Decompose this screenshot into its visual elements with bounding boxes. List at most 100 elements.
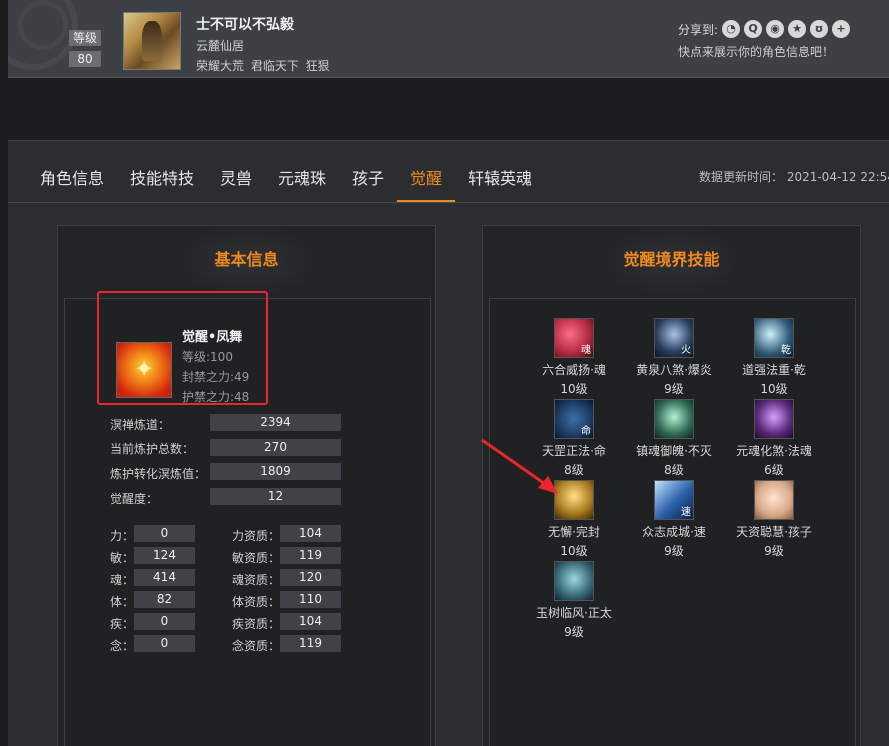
stat-value: 12 bbox=[210, 488, 341, 505]
share-tip: 快点来展示你的角色信息吧！ bbox=[678, 45, 835, 59]
decor-swirl bbox=[18, 0, 68, 50]
skill-ghost-face-icon bbox=[654, 399, 694, 439]
attr-label: 敏： bbox=[110, 551, 135, 565]
character-server: 云麓仙居 bbox=[196, 39, 245, 53]
aptitude-value: 104 bbox=[280, 613, 341, 630]
skill-level: 10级 bbox=[560, 382, 588, 396]
character-tags: 荣耀大荒 君临天下 狂狠 bbox=[196, 59, 330, 73]
tab-bar: 角色信息 技能特技 灵兽 元魂珠 孩子 觉醒 轩辕英魂 数据更新时间： 2021… bbox=[8, 141, 889, 203]
plus-icon[interactable]: + bbox=[832, 20, 850, 38]
stat-value: 270 bbox=[210, 439, 341, 456]
main-panel: 角色信息 技能特技 灵兽 元魂珠 孩子 觉醒 轩辕英魂 数据更新时间： 2021… bbox=[8, 140, 889, 746]
skill-name: 道强法重·乾 bbox=[742, 363, 806, 377]
tab-xuanyuan-soul[interactable]: 轩辕英魂 bbox=[468, 165, 532, 189]
skill-name: 元魂化煞·法魂 bbox=[736, 444, 812, 458]
tab-skills[interactable]: 技能特技 bbox=[130, 165, 194, 189]
share-icons: ◔ Q ◉ ★ ʊ + bbox=[722, 20, 850, 38]
attr-value: 0 bbox=[134, 525, 195, 542]
skill-fire-icon: 火 bbox=[654, 318, 694, 358]
aptitude-label: 疾资质： bbox=[232, 617, 281, 631]
tab-soul-orb[interactable]: 元魂珠 bbox=[278, 165, 326, 189]
skill-demon-mask-icon bbox=[754, 399, 794, 439]
level-label: 等级 bbox=[69, 30, 101, 46]
wechat-icon[interactable]: ◔ bbox=[722, 20, 740, 38]
guard-power: 护禁之力:48 bbox=[182, 390, 250, 404]
skill-name: 六合威扬·魂 bbox=[542, 363, 606, 377]
aptitude-value: 104 bbox=[280, 525, 341, 542]
share-label: 分享到: bbox=[678, 23, 719, 37]
tab-awakening[interactable]: 觉醒 bbox=[410, 165, 442, 189]
character-avatar bbox=[123, 12, 181, 70]
skill-name: 无懈·完封 bbox=[548, 525, 600, 539]
skill-name: 众志成城·速 bbox=[642, 525, 706, 539]
aptitude-value: 120 bbox=[280, 569, 341, 586]
attr-value: 0 bbox=[134, 613, 195, 630]
tab-character-info[interactable]: 角色信息 bbox=[40, 165, 104, 189]
attr-label: 魂： bbox=[110, 573, 135, 587]
stat-label: 当前炼护总数： bbox=[110, 442, 195, 456]
tieba-icon[interactable]: ʊ bbox=[810, 20, 828, 38]
skill-item[interactable]: 火 黄泉八煞·爆炎 9级 bbox=[624, 318, 724, 397]
stat-label: 觉醒度： bbox=[110, 492, 159, 506]
stat-label: 溟禅炼道： bbox=[110, 418, 171, 432]
seal-power: 封禁之力:49 bbox=[182, 370, 250, 384]
update-time: 数据更新时间： 2021-04-12 22:54 bbox=[699, 170, 889, 184]
attr-value: 124 bbox=[134, 547, 195, 564]
aptitude-label: 魂资质： bbox=[232, 573, 281, 587]
skill-name: 黄泉八煞·爆炎 bbox=[636, 363, 712, 377]
skill-level: 6级 bbox=[764, 463, 784, 477]
attr-label: 疾： bbox=[110, 617, 135, 631]
skill-item[interactable]: 元魂化煞·法魂 6级 bbox=[724, 399, 824, 478]
skill-name: 镇魂御魄·不灭 bbox=[636, 444, 712, 458]
skill-qian-icon: 乾 bbox=[754, 318, 794, 358]
attr-value: 82 bbox=[134, 591, 195, 608]
skill-constellation-icon: 命 bbox=[554, 399, 594, 439]
stat-value: 2394 bbox=[210, 414, 341, 431]
attr-label: 力： bbox=[110, 529, 135, 543]
aptitude-value: 119 bbox=[280, 547, 341, 564]
skill-level: 9级 bbox=[664, 382, 684, 396]
aptitude-label: 力资质： bbox=[232, 529, 281, 543]
attr-value: 414 bbox=[134, 569, 195, 586]
skill-level: 9级 bbox=[764, 544, 784, 558]
skill-item[interactable]: 玉树临风·正太 9级 bbox=[524, 561, 624, 640]
skill-item[interactable]: 镇魂御魄·不灭 8级 bbox=[624, 399, 724, 478]
aptitude-value: 119 bbox=[280, 635, 341, 652]
skill-young-hero-icon bbox=[554, 561, 594, 601]
skill-item[interactable]: 天资聪慧·孩子 9级 bbox=[724, 480, 824, 559]
annotation-arrow-icon bbox=[481, 438, 558, 494]
tab-pets[interactable]: 灵兽 bbox=[220, 165, 252, 189]
aptitude-label: 敏资质： bbox=[232, 551, 281, 565]
awakening-phoenix-icon bbox=[116, 342, 172, 398]
aptitude-value: 110 bbox=[280, 591, 341, 608]
tab-children[interactable]: 孩子 bbox=[352, 165, 384, 189]
qzone-icon[interactable]: ★ bbox=[788, 20, 806, 38]
skill-level: 10级 bbox=[760, 382, 788, 396]
aptitude-label: 体资质： bbox=[232, 595, 281, 609]
skill-item[interactable]: 速 众志成城·速 9级 bbox=[624, 480, 724, 559]
skill-item[interactable]: 乾 道强法重·乾 10级 bbox=[724, 318, 824, 397]
skill-name: 玉树临风·正太 bbox=[536, 606, 612, 620]
skill-soul-icon: 魂 bbox=[554, 318, 594, 358]
skill-speed-icon: 速 bbox=[654, 480, 694, 520]
qq-icon[interactable]: Q bbox=[744, 20, 762, 38]
skill-item[interactable]: 魂 六合威扬·魂 10级 bbox=[524, 318, 624, 397]
skill-baby-icon bbox=[754, 480, 794, 520]
skill-level: 10级 bbox=[560, 544, 588, 558]
attr-label: 念： bbox=[110, 639, 135, 653]
awakening-skills-title: 觉醒境界技能 bbox=[623, 250, 720, 269]
weibo-icon[interactable]: ◉ bbox=[766, 20, 784, 38]
aptitude-label: 念资质： bbox=[232, 639, 281, 653]
skill-level: 8级 bbox=[664, 463, 684, 477]
awakening-level: 等级:100 bbox=[182, 350, 233, 364]
attr-label: 体： bbox=[110, 595, 135, 609]
awakening-name: 觉醒•凤舞 bbox=[182, 330, 243, 345]
attr-value: 0 bbox=[134, 635, 195, 652]
active-tab-indicator bbox=[397, 200, 455, 202]
skill-level: 9级 bbox=[664, 544, 684, 558]
stat-value: 1809 bbox=[210, 463, 341, 480]
skill-name: 天资聪慧·孩子 bbox=[736, 525, 812, 539]
character-name: 士不可以不弘毅 bbox=[196, 17, 294, 33]
level-value: 80 bbox=[69, 51, 101, 67]
skill-level: 9级 bbox=[564, 625, 584, 639]
